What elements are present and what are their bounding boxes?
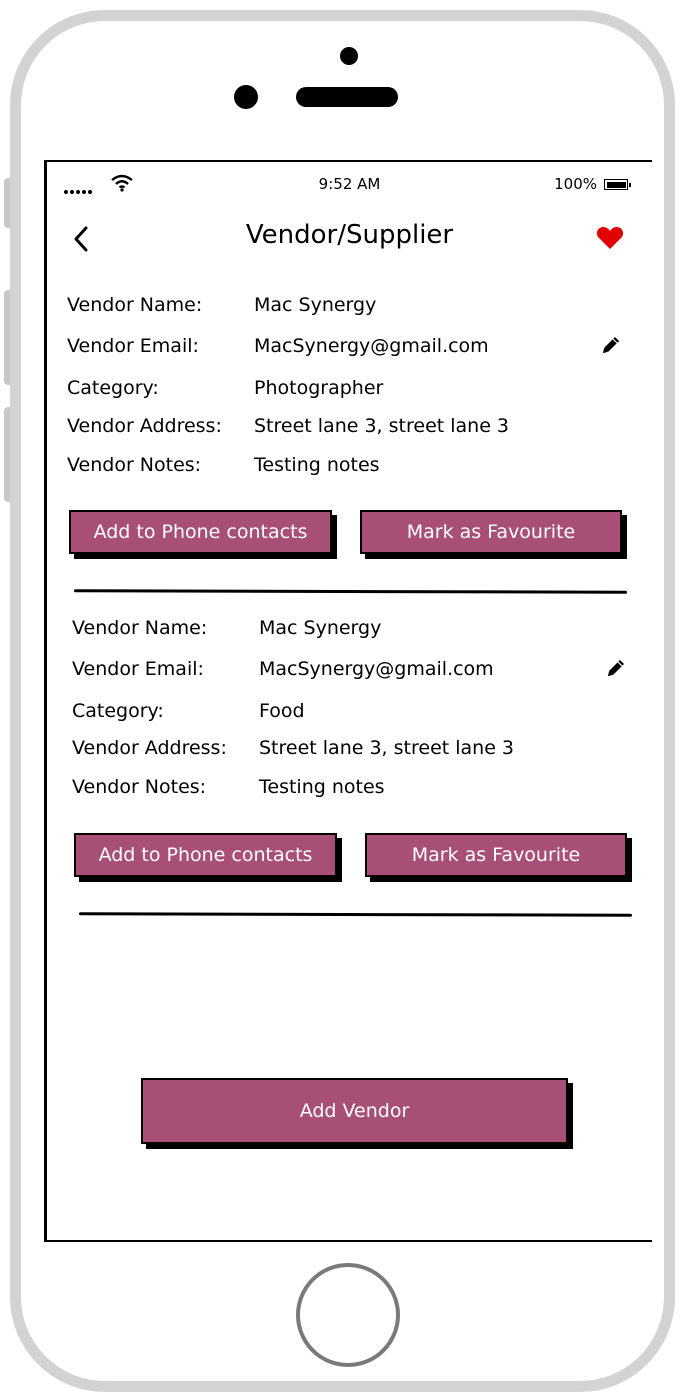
vendor-address-label: Vendor Address: <box>72 737 227 759</box>
add-vendor-button[interactable]: Add Vendor <box>141 1078 568 1144</box>
vendor-name-value: Mac Synergy <box>259 617 382 639</box>
vendor-category-label: Category: <box>67 377 159 399</box>
vendor-notes-label: Vendor Notes: <box>72 776 207 798</box>
vendor-category-row: Category: Food <box>47 700 652 726</box>
add-to-contacts-button[interactable]: Add to Phone contacts <box>69 510 332 554</box>
vendor-notes-row: Vendor Notes: Testing notes <box>47 454 652 480</box>
earpiece-speaker <box>296 87 398 107</box>
vendor-category-value: Photographer <box>254 377 384 399</box>
vendor-address-value: Street lane 3, street lane 3 <box>254 415 510 437</box>
vendor-name-value: Mac Synergy <box>254 294 377 316</box>
pencil-icon[interactable] <box>605 657 627 679</box>
vendor-name-label: Vendor Name: <box>72 617 208 639</box>
proximity-sensor <box>234 85 258 109</box>
screen: 9:52 AM 100% Vendor/Supplier Vendor Name… <box>44 160 652 1242</box>
vendor-category-row: Category: Photographer <box>47 377 652 403</box>
vendor-email-value: MacSynergy@gmail.com <box>254 335 489 357</box>
vendor-notes-value: Testing notes <box>259 776 385 798</box>
vendor-address-row: Vendor Address: Street lane 3, street la… <box>47 415 652 441</box>
battery-percentage: 100% <box>554 175 597 193</box>
heart-icon[interactable] <box>596 226 624 250</box>
vendor-email-label: Vendor Email: <box>72 658 204 680</box>
vendor-name-label: Vendor Name: <box>67 294 203 316</box>
vendor-name-row: Vendor Name: Mac Synergy <box>47 617 652 643</box>
vendor-divider <box>78 912 633 917</box>
pencil-icon[interactable] <box>600 334 622 356</box>
vendor-notes-label: Vendor Notes: <box>67 454 202 476</box>
vendor-notes-row: Vendor Notes: Testing notes <box>47 776 652 802</box>
vendor-email-label: Vendor Email: <box>67 335 199 357</box>
mark-favourite-button[interactable]: Mark as Favourite <box>365 833 627 877</box>
vendor-email-row: Vendor Email: MacSynergy@gmail.com <box>47 335 652 361</box>
battery-icon <box>604 179 631 190</box>
add-to-contacts-button[interactable]: Add to Phone contacts <box>74 833 337 877</box>
vendor-address-label: Vendor Address: <box>67 415 222 437</box>
navigation-bar: Vendor/Supplier <box>47 214 652 264</box>
page-title: Vendor/Supplier <box>245 220 454 250</box>
front-camera <box>340 47 358 65</box>
vendor-address-row: Vendor Address: Street lane 3, street la… <box>47 737 652 763</box>
mark-favourite-button[interactable]: Mark as Favourite <box>360 510 622 554</box>
vendor-name-row: Vendor Name: Mac Synergy <box>47 294 652 320</box>
status-bar: 9:52 AM 100% <box>47 162 652 206</box>
vendor-email-value: MacSynergy@gmail.com <box>259 658 494 680</box>
vendor-divider <box>73 589 628 594</box>
vendor-category-value: Food <box>259 700 305 722</box>
vendor-email-row: Vendor Email: MacSynergy@gmail.com <box>47 658 652 684</box>
vendor-notes-value: Testing notes <box>254 454 380 476</box>
vendor-address-value: Street lane 3, street lane 3 <box>259 737 515 759</box>
vendor-category-label: Category: <box>72 700 164 722</box>
home-button[interactable] <box>296 1263 400 1367</box>
